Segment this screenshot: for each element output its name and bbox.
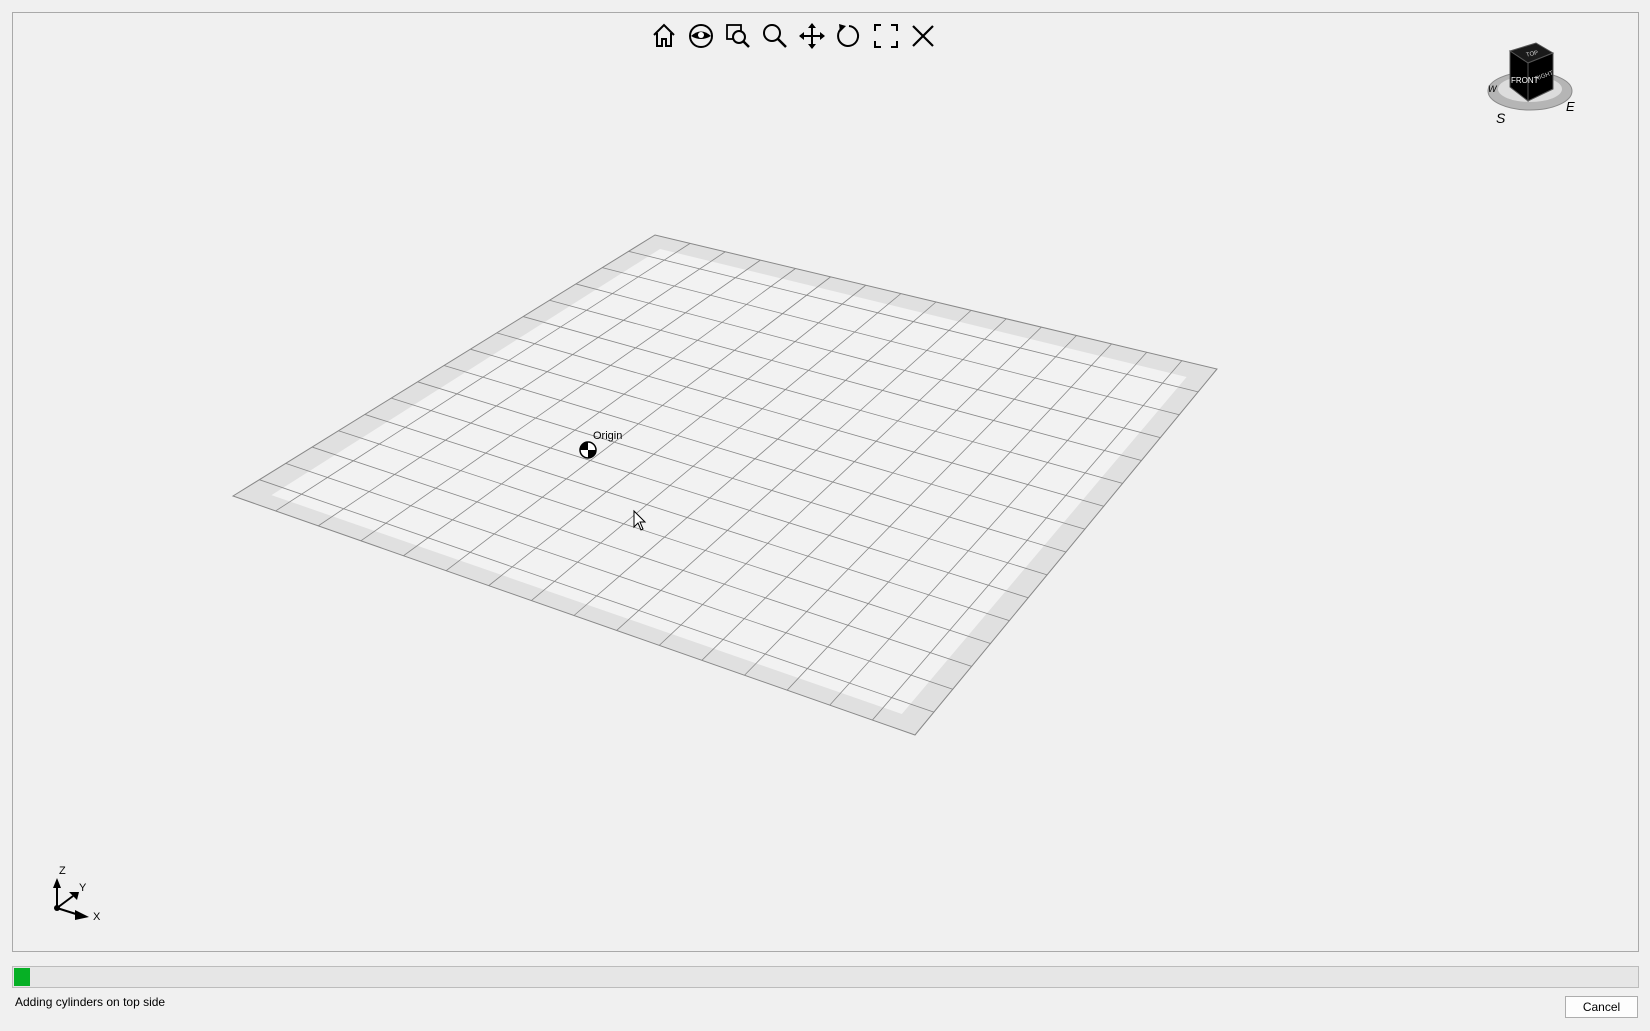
pan-icon xyxy=(799,23,825,49)
compass-south-label[interactable]: S xyxy=(1496,110,1506,126)
origin-marker xyxy=(579,441,597,459)
compass-east-label[interactable]: E xyxy=(1566,99,1575,114)
rotate-icon xyxy=(837,24,860,47)
zoom-icon xyxy=(763,24,787,48)
fit-all-icon xyxy=(874,24,898,48)
home-icon xyxy=(653,23,675,47)
origin-label: Origin xyxy=(593,430,622,442)
axis-y-label: Y xyxy=(79,882,87,894)
look-at-button[interactable] xyxy=(684,19,718,53)
close-view-button[interactable] xyxy=(906,19,940,53)
axis-triad: Z Y X xyxy=(53,865,101,923)
look-at-icon xyxy=(689,24,713,48)
axis-z-label: Z xyxy=(59,865,66,877)
zoom-window-icon xyxy=(726,24,750,48)
rotate-button[interactable] xyxy=(832,19,866,53)
ground-grid xyxy=(231,234,1218,736)
pan-button[interactable] xyxy=(795,19,829,53)
progress-bar xyxy=(12,966,1639,988)
axis-x-label: X xyxy=(93,911,101,923)
cancel-button[interactable]: Cancel xyxy=(1565,996,1638,1018)
scene[interactable]: Origin Z Y X TOP FRONT RIGHT S E W xyxy=(13,13,1639,952)
close-icon xyxy=(912,25,934,47)
3d-viewport[interactable]: Origin Z Y X TOP FRONT RIGHT S E W xyxy=(12,12,1639,952)
status-text: Adding cylinders on top side xyxy=(15,995,166,1009)
view-cube[interactable]: TOP FRONT RIGHT S E W xyxy=(1487,42,1575,126)
fit-all-button[interactable] xyxy=(869,19,903,53)
progress-fill xyxy=(14,968,30,986)
zoom-button[interactable] xyxy=(758,19,792,53)
zoom-window-button[interactable] xyxy=(721,19,755,53)
home-button[interactable] xyxy=(647,19,681,53)
